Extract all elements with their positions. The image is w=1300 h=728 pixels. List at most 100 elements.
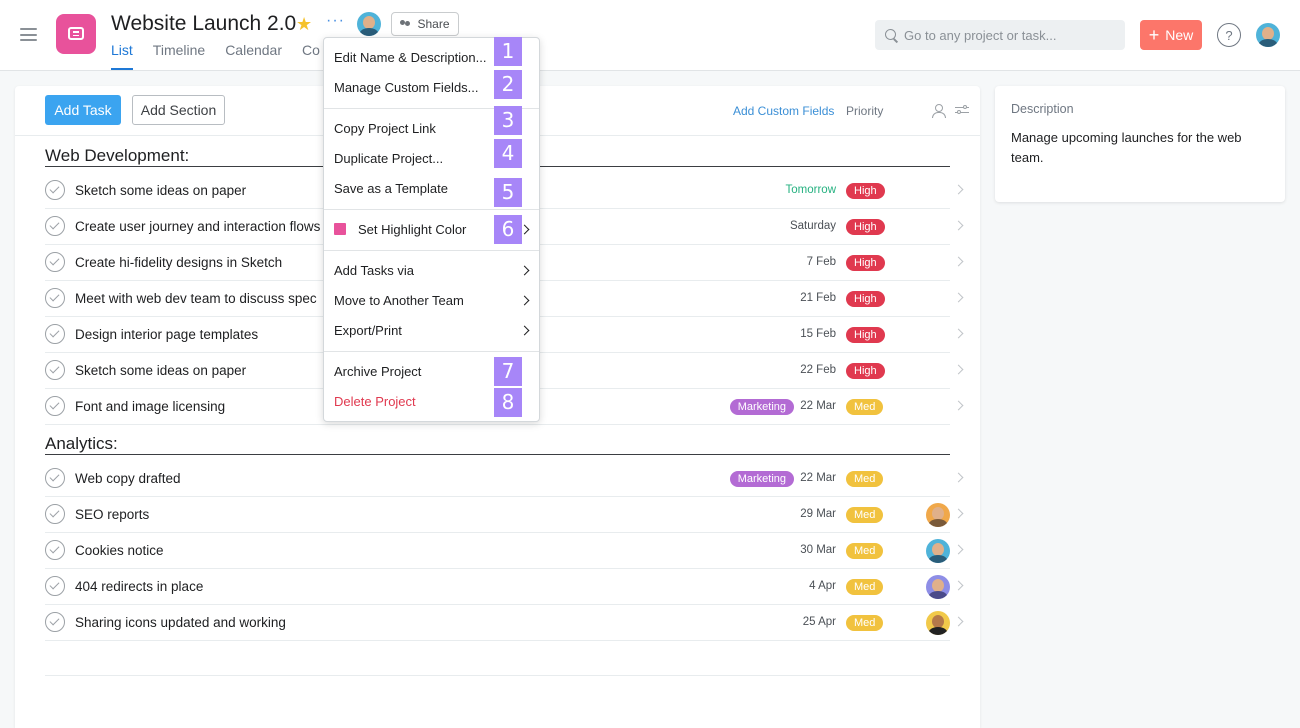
assignee-avatar[interactable]	[926, 539, 950, 563]
chevron-right-icon[interactable]	[953, 580, 964, 591]
task-name[interactable]: Create hi-fidelity designs in Sketch	[75, 255, 282, 270]
project-title[interactable]: Website Launch 2.0	[111, 12, 296, 36]
assignee-icon[interactable]	[932, 104, 946, 118]
task-name[interactable]: Font and image licensing	[75, 399, 225, 414]
priority-badge[interactable]: High	[846, 183, 885, 199]
priority-badge[interactable]: Med	[846, 399, 884, 415]
assignee-avatar[interactable]	[926, 503, 950, 527]
tab-calendar[interactable]: Calendar	[225, 42, 282, 71]
table-row[interactable]: 404 redirects in place 4 Apr Med	[45, 569, 964, 605]
avatar[interactable]	[357, 12, 381, 36]
priority-badge[interactable]: Med	[846, 507, 884, 523]
priority-badge[interactable]: High	[846, 219, 885, 235]
chevron-right-icon[interactable]	[953, 328, 964, 339]
complete-check-icon[interactable]	[45, 576, 65, 596]
project-tabs: List Timeline Calendar Co	[111, 42, 340, 71]
priority-badge[interactable]: Med	[846, 615, 884, 631]
task-name[interactable]: Cookies notice	[75, 543, 164, 558]
star-icon[interactable]: ★	[296, 14, 312, 35]
priority-badge[interactable]: High	[846, 255, 885, 271]
due-date: 25 Apr	[802, 616, 836, 628]
tag-badge[interactable]: Marketing	[729, 399, 794, 415]
table-row[interactable]: Cookies notice 30 Mar Med	[45, 533, 964, 569]
menu-item-add-tasks-via[interactable]: Add Tasks via	[324, 256, 539, 286]
complete-check-icon[interactable]	[45, 396, 65, 416]
menu-item-export-print[interactable]: Export/Print	[324, 316, 539, 346]
priority-badge[interactable]: High	[846, 291, 885, 307]
due-date: 29 Mar	[800, 508, 836, 520]
search-input[interactable]	[904, 27, 1104, 43]
priority-badge[interactable]: Med	[846, 471, 884, 487]
table-row[interactable]: Web copy drafted Marketing 22 Mar Med	[45, 461, 964, 497]
add-custom-fields-link[interactable]: Add Custom Fields	[733, 104, 834, 118]
add-section-button[interactable]: Add Section	[132, 95, 225, 125]
plus-icon: +	[1148, 25, 1160, 45]
share-button[interactable]: Share	[391, 12, 459, 36]
complete-check-icon[interactable]	[45, 540, 65, 560]
task-name[interactable]: Web copy drafted	[75, 471, 181, 486]
project-actions-menu: Edit Name & Description... Manage Custom…	[323, 37, 540, 422]
complete-check-icon[interactable]	[45, 216, 65, 236]
priority-badge[interactable]: Med	[846, 543, 884, 559]
description-text[interactable]: Manage upcoming launches for the web tea…	[1011, 128, 1269, 168]
priority-badge[interactable]: High	[846, 363, 885, 379]
task-name[interactable]: Sharing icons updated and working	[75, 615, 286, 630]
add-task-button[interactable]: Add Task	[45, 95, 121, 125]
annotation-badge: 7	[494, 357, 522, 386]
complete-check-icon[interactable]	[45, 324, 65, 344]
chevron-right-icon[interactable]	[953, 220, 964, 231]
description-card: Description Manage upcoming launches for…	[995, 86, 1285, 202]
task-name[interactable]: Sketch some ideas on paper	[75, 183, 246, 198]
annotation-badge: 8	[494, 388, 522, 417]
task-name[interactable]: Sketch some ideas on paper	[75, 363, 246, 378]
chevron-right-icon[interactable]	[953, 256, 964, 267]
priority-badge[interactable]: High	[846, 327, 885, 343]
complete-check-icon[interactable]	[45, 504, 65, 524]
task-name[interactable]: Meet with web dev team to discuss spec	[75, 291, 317, 306]
search-bar[interactable]	[875, 20, 1125, 50]
complete-check-icon[interactable]	[45, 360, 65, 380]
complete-check-icon[interactable]	[45, 252, 65, 272]
user-avatar[interactable]	[1256, 23, 1280, 47]
assignee-avatar[interactable]	[926, 575, 950, 599]
help-icon[interactable]: ?	[1217, 23, 1241, 47]
priority-column-header[interactable]: Priority	[846, 104, 883, 118]
chevron-right-icon[interactable]	[953, 616, 964, 627]
priority-badge[interactable]: Med	[846, 579, 884, 595]
complete-check-icon[interactable]	[45, 612, 65, 632]
due-date: 22 Mar	[800, 472, 836, 484]
chevron-right-icon[interactable]	[953, 364, 964, 375]
chevron-right-icon[interactable]	[953, 400, 964, 411]
chevron-right-icon[interactable]	[953, 472, 964, 483]
divider	[45, 675, 950, 676]
task-name[interactable]: Design interior page templates	[75, 327, 258, 342]
complete-check-icon[interactable]	[45, 180, 65, 200]
tag-badge[interactable]: Marketing	[729, 471, 794, 487]
chevron-right-icon[interactable]	[953, 292, 964, 303]
more-options-icon[interactable]: ···	[326, 12, 345, 30]
table-row[interactable]: Sharing icons updated and working 25 Apr…	[45, 605, 964, 641]
tab-conversations[interactable]: Co	[302, 42, 320, 71]
task-name[interactable]: SEO reports	[75, 507, 149, 522]
section-header[interactable]: Analytics:	[45, 425, 950, 455]
chevron-right-icon[interactable]	[953, 508, 964, 519]
task-name[interactable]: Create user journey and interaction flow…	[75, 219, 320, 234]
hamburger-menu-icon[interactable]	[20, 28, 37, 41]
project-icon	[56, 14, 96, 54]
due-date: 7 Feb	[806, 256, 836, 268]
table-row[interactable]: SEO reports 29 Mar Med	[45, 497, 964, 533]
chevron-right-icon[interactable]	[953, 184, 964, 195]
due-date: 30 Mar	[800, 544, 836, 556]
assignee-avatar[interactable]	[926, 611, 950, 635]
menu-item-move-to-another-team[interactable]: Move to Another Team	[324, 286, 539, 316]
annotation-badge: 6	[494, 215, 522, 244]
new-button[interactable]: + New	[1140, 20, 1202, 50]
task-name[interactable]: 404 redirects in place	[75, 579, 203, 594]
complete-check-icon[interactable]	[45, 468, 65, 488]
complete-check-icon[interactable]	[45, 288, 65, 308]
tab-list[interactable]: List	[111, 42, 133, 71]
tab-timeline[interactable]: Timeline	[153, 42, 205, 71]
chevron-right-icon[interactable]	[953, 544, 964, 555]
filter-sliders-icon[interactable]	[955, 105, 969, 115]
chevron-right-icon	[519, 295, 530, 306]
